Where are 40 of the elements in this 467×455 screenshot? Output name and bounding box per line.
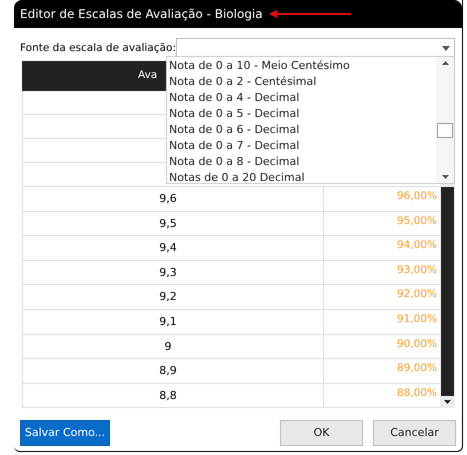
scroll-down-icon[interactable] — [442, 175, 448, 179]
scrollbar-thumb[interactable] — [437, 122, 453, 138]
dialog-button[interactable]: Salvar Como... — [20, 420, 110, 446]
percent-cell-text: 89,00% — [396, 361, 438, 376]
scroll-down-icon[interactable] — [444, 400, 451, 404]
dropdown-option[interactable]: Nota de 0 a 6 - Decimal — [169, 122, 436, 138]
window-title: Editor de Escalas de Avaliação - Biologia — [20, 6, 263, 23]
grade-cell: 9,5 — [23, 212, 324, 236]
grade-cell: 8,8 — [23, 384, 324, 408]
grade-cell: 9,3 — [23, 260, 324, 284]
percent-cell-text: 93,00% — [396, 262, 438, 278]
dropdown-option[interactable]: Nota de 0 a 8 - Decimal — [169, 154, 436, 170]
column-header: Ava — [138, 68, 158, 84]
dialog-button[interactable]: Cancelar — [373, 420, 456, 446]
dropdown-option[interactable]: Nota de 0 a 10 - Meio Centésimo — [169, 58, 436, 74]
percent-cell-text: 92,00% — [396, 287, 438, 302]
scrollbar-thumb[interactable] — [441, 187, 454, 396]
dropdown-option[interactable]: Nota de 0 a 2 - Centésimal — [169, 74, 436, 90]
dropdown-option[interactable]: Nota de 0 a 5 - Decimal — [169, 106, 436, 122]
dropdown-option[interactable]: Nota de 0 a 7 - Decimal — [169, 138, 436, 154]
percent-cell-text: 95,00% — [396, 214, 438, 229]
dropdown-option[interactable]: Notas de 0 a 20 Decimal — [169, 170, 436, 186]
percent-cell-text: 88,00% — [396, 386, 438, 401]
field-label: Fonte da escala de avaliação: — [20, 41, 176, 56]
scroll-up-icon[interactable] — [442, 61, 448, 65]
grade-cell: 9,2 — [23, 285, 324, 309]
grade-cell: 9,6 — [23, 187, 324, 211]
grade-cell: 9,1 — [23, 310, 324, 334]
grade-cell: 9 — [23, 334, 324, 358]
percent-cell-text: 90,00% — [396, 336, 438, 352]
grade-cell: 9,4 — [23, 236, 324, 260]
percent-cell-text: 94,00% — [396, 238, 438, 254]
percent-cell-text: 91,00% — [396, 312, 438, 327]
dropdown-option[interactable]: Nota de 0 a 4 - Decimal — [169, 90, 436, 106]
grade-cell: 8,9 — [23, 359, 324, 383]
percent-cell-text: 96,00% — [396, 189, 438, 204]
scrollbar[interactable] — [436, 57, 454, 183]
dialog-button[interactable]: OK — [280, 420, 363, 446]
dropdown-caret-icon — [442, 46, 450, 50]
arrow-icon — [268, 10, 351, 18]
